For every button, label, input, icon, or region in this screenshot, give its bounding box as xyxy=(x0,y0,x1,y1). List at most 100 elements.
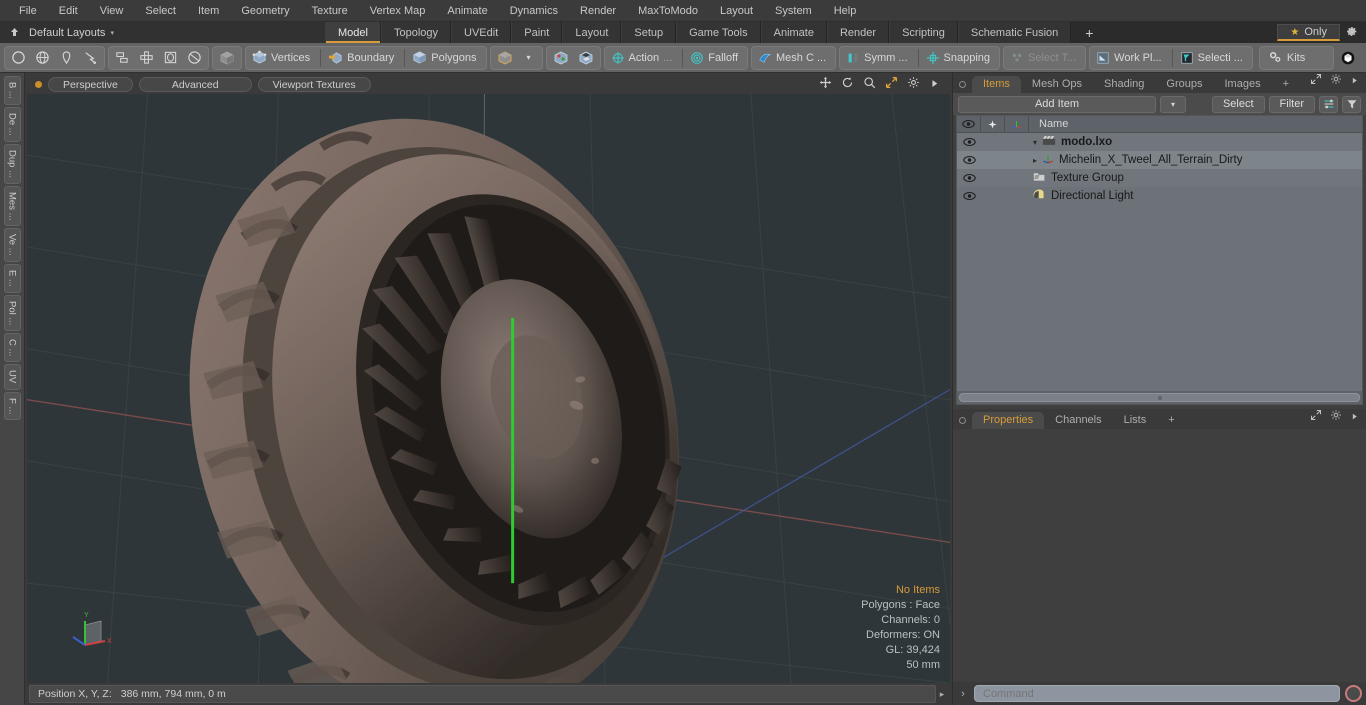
viewport-textures-button[interactable]: Viewport Textures xyxy=(257,77,371,92)
menu-item-file[interactable]: File xyxy=(8,0,48,22)
modo-logo-icon[interactable] xyxy=(1337,47,1359,69)
lasso-icon[interactable] xyxy=(79,47,102,69)
expander-icon[interactable]: ▸ xyxy=(1033,156,1037,165)
tab-paint[interactable]: Paint xyxy=(511,22,563,43)
menu-item-geometry[interactable]: Geometry xyxy=(230,0,300,22)
tab-shading[interactable]: Shading xyxy=(1093,76,1155,93)
vtab-fusion[interactable]: F ... xyxy=(3,391,21,420)
chevron-down-icon[interactable]: ▾ xyxy=(110,29,114,37)
texture-cube-icon[interactable] xyxy=(574,47,598,69)
menu-item-texture[interactable]: Texture xyxy=(301,0,359,22)
vtab-mesh[interactable]: Mes ... xyxy=(3,185,21,227)
vtab-duplicate[interactable]: Dup ... xyxy=(3,143,21,184)
eye-icon[interactable] xyxy=(957,155,981,165)
cube-icon[interactable] xyxy=(215,47,239,69)
table-row[interactable]: Texture Group xyxy=(957,169,1362,187)
tab-lists[interactable]: Lists xyxy=(1113,412,1158,429)
viewport-advanced-button[interactable]: Advanced xyxy=(138,77,252,92)
menu-item-edit[interactable]: Edit xyxy=(48,0,89,22)
layout-selector[interactable]: Default Layouts ▾ xyxy=(0,22,325,43)
tab-animate[interactable]: Animate xyxy=(760,22,827,43)
item-tree[interactable]: Name ▾ modo.lxo ▸ Michelin_X_Tweel_All_T… xyxy=(956,115,1363,405)
viewport-3d[interactable]: No Items Polygons : Face Channels: 0 Def… xyxy=(27,94,950,683)
select-through-button[interactable]: Select T... xyxy=(1006,47,1083,69)
unreal-logo-icon[interactable]: U xyxy=(1362,47,1366,69)
circle-icon[interactable] xyxy=(7,47,30,69)
vtab-vertex[interactable]: Ve ... xyxy=(3,228,21,262)
tab-setup[interactable]: Setup xyxy=(621,22,677,43)
play-icon[interactable] xyxy=(1350,72,1359,90)
cube-dropdown-icon[interactable] xyxy=(493,47,517,69)
kits-button[interactable]: Kits xyxy=(1262,47,1331,69)
symmetry-button[interactable]: Symm ... xyxy=(842,47,914,69)
tab-topology[interactable]: Topology xyxy=(380,22,452,43)
tab-uvedit[interactable]: UVEdit xyxy=(451,22,512,43)
maximize-icon[interactable] xyxy=(885,76,898,94)
mesh-constraint-button[interactable]: Mesh C ... xyxy=(754,47,833,69)
tab-render[interactable]: Render xyxy=(826,22,890,43)
boundary-mode-button[interactable]: Boundary xyxy=(324,47,401,69)
item-name-cell[interactable]: Texture Group xyxy=(1029,171,1124,185)
menu-item-help[interactable]: Help xyxy=(823,0,868,22)
eye-icon[interactable] xyxy=(957,137,981,147)
globe-icon[interactable] xyxy=(31,47,54,69)
vtab-deform[interactable]: De ... xyxy=(3,106,21,142)
menu-item-maxtomodo[interactable]: MaxToModo xyxy=(627,0,709,22)
play-icon[interactable] xyxy=(929,76,940,94)
add-tab-button[interactable]: + xyxy=(1071,22,1108,43)
menu-item-animate[interactable]: Animate xyxy=(436,0,498,22)
only-button[interactable]: ★ Only xyxy=(1277,24,1340,41)
menu-item-select[interactable]: Select xyxy=(134,0,187,22)
item-name-cell[interactable]: ▸ Michelin_X_Tweel_All_Terrain_Dirty xyxy=(1029,153,1242,168)
item-tree-scrollbar[interactable] xyxy=(957,391,1362,404)
gear-icon[interactable] xyxy=(1330,72,1342,90)
menu-item-render[interactable]: Render xyxy=(569,0,627,22)
vtab-curve[interactable]: C ... xyxy=(3,332,21,363)
item-name-cell[interactable]: Directional Light xyxy=(1029,188,1133,204)
zoom-icon[interactable] xyxy=(863,76,876,94)
bulb-icon[interactable] xyxy=(55,47,78,69)
table-row[interactable]: Directional Light xyxy=(957,187,1362,205)
tab-mesh-ops[interactable]: Mesh Ops xyxy=(1021,76,1093,93)
tab-images[interactable]: Images xyxy=(1214,76,1272,93)
add-item-button[interactable]: Add Item xyxy=(958,95,1156,113)
items-add-tab-button[interactable]: + xyxy=(1272,76,1300,93)
menu-item-layout[interactable]: Layout xyxy=(709,0,764,22)
properties-add-tab-button[interactable]: + xyxy=(1157,412,1185,429)
tab-game-tools[interactable]: Game Tools xyxy=(676,22,761,43)
funnel-icon[interactable] xyxy=(1342,95,1361,113)
vtab-polygon[interactable]: Pol ... xyxy=(3,294,21,331)
paint-cube-icon[interactable] xyxy=(549,47,573,69)
expand-icon[interactable] xyxy=(1310,408,1322,426)
menu-item-view[interactable]: View xyxy=(89,0,135,22)
list-options-icon[interactable] xyxy=(1319,95,1338,113)
play-icon[interactable] xyxy=(1350,408,1359,426)
command-input[interactable] xyxy=(974,685,1340,702)
action-center-button[interactable]: Action ... xyxy=(607,47,680,69)
eye-icon[interactable] xyxy=(957,191,981,201)
menu-item-dynamics[interactable]: Dynamics xyxy=(499,0,569,22)
tab-groups[interactable]: Groups xyxy=(1155,76,1213,93)
tab-model[interactable]: Model xyxy=(325,22,381,43)
cross-icon[interactable] xyxy=(135,47,158,69)
home-icon[interactable] xyxy=(6,25,22,41)
vertices-mode-button[interactable]: Vertices xyxy=(248,47,317,69)
tab-items[interactable]: Items xyxy=(972,76,1021,93)
tab-properties[interactable]: Properties xyxy=(972,412,1045,429)
add-item-caret-icon[interactable]: ▾ xyxy=(1159,95,1186,113)
tab-schematic-fusion[interactable]: Schematic Fusion xyxy=(957,22,1072,43)
select-button[interactable]: Select xyxy=(1211,95,1265,113)
expand-icon[interactable] xyxy=(1310,72,1322,90)
vtab-uv[interactable]: UV xyxy=(3,364,21,390)
work-plane-button[interactable]: Work Pl... xyxy=(1092,47,1168,69)
menu-item-system[interactable]: System xyxy=(764,0,823,22)
menu-item-item[interactable]: Item xyxy=(187,0,230,22)
stack-icon[interactable] xyxy=(111,47,134,69)
snapping-button[interactable]: Snapping xyxy=(922,47,998,69)
table-row[interactable]: ▸ Michelin_X_Tweel_All_Terrain_Dirty xyxy=(957,151,1362,169)
rotate-icon[interactable] xyxy=(841,76,854,94)
eye-icon[interactable] xyxy=(957,173,981,183)
table-row[interactable]: ▾ modo.lxo xyxy=(957,133,1362,151)
viewport-perspective-button[interactable]: Perspective xyxy=(48,77,133,92)
status-expand-icon[interactable]: ▸ xyxy=(936,689,948,700)
